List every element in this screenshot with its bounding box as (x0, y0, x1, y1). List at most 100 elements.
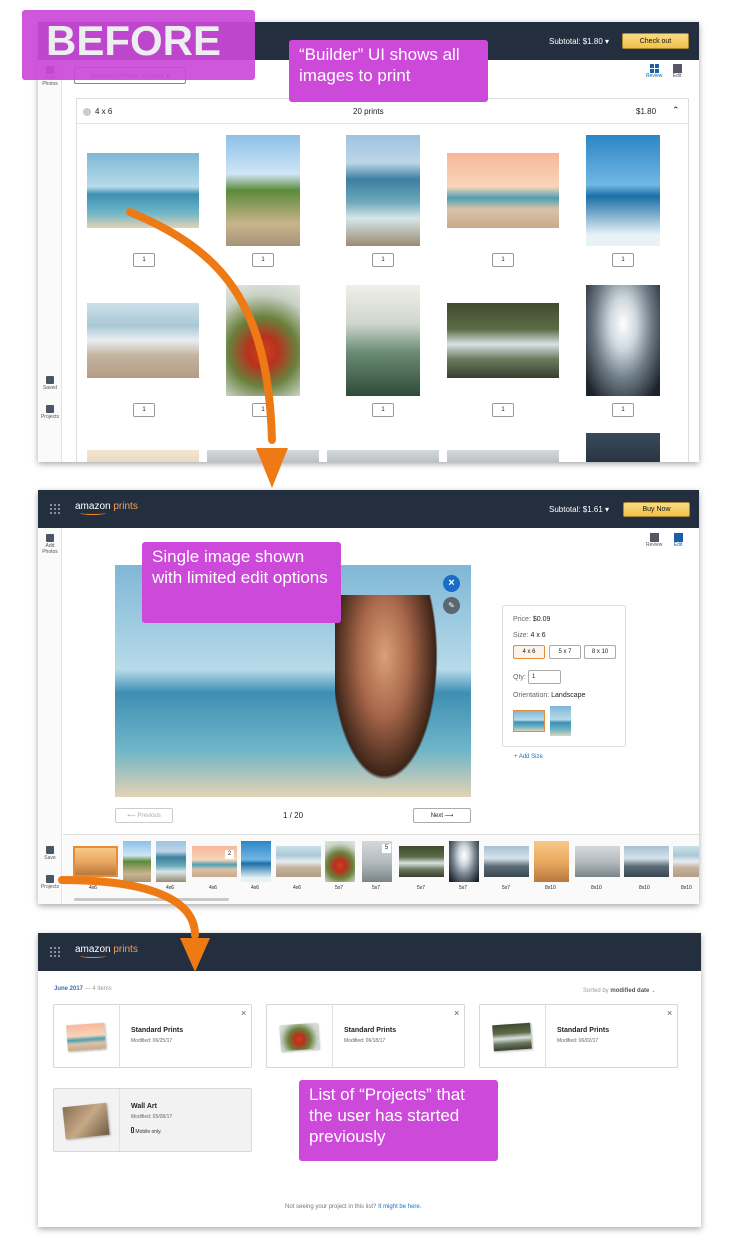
photo-thumb[interactable] (87, 450, 199, 462)
film-label: 8x10 (681, 885, 692, 891)
group-size: 4 x 6 (95, 107, 113, 116)
footer-link[interactable]: It might be here. (378, 1204, 421, 1210)
size-row: Size: 4 x 6 (513, 632, 546, 639)
sort-prefix: Sorted by (583, 988, 609, 994)
projects-item[interactable]: Projects (38, 875, 62, 890)
top-bar: amazon prints Subtotal: $1.61 ▾ Buy Now (38, 490, 699, 528)
single-image-screen: amazon prints Subtotal: $1.61 ▾ Buy Now … (38, 490, 699, 904)
film-label: 4x6 (251, 885, 260, 891)
delete-project-icon[interactable]: × (667, 1008, 672, 1018)
photo-thumb[interactable] (346, 285, 420, 396)
photo-thumb[interactable] (87, 303, 199, 378)
film-thumb[interactable] (673, 846, 699, 877)
photo-thumb[interactable] (226, 135, 300, 246)
price-row: Price: $0.09 (513, 616, 550, 623)
print-group: 4 x 6 20 prints $1.80 ⌃ 1 1 1 1 1 1 1 1 … (76, 98, 689, 462)
size-option-5x7[interactable]: 5 x 7 (549, 645, 581, 659)
apps-grid-icon[interactable] (49, 503, 61, 515)
view-review[interactable]: Review (646, 533, 662, 548)
close-photo-button[interactable]: × (443, 575, 460, 592)
checkout-button[interactable]: Check out (622, 33, 689, 49)
view-edit[interactable]: Edit (669, 64, 685, 79)
photo-thumb[interactable] (346, 135, 420, 246)
film-thumb[interactable] (399, 846, 444, 877)
film-thumb[interactable] (325, 841, 355, 882)
film-thumb[interactable] (276, 846, 321, 877)
edit-view-icon (673, 533, 683, 542)
delete-project-icon[interactable]: × (454, 1008, 459, 1018)
add-photos-label: Add Photos (42, 543, 58, 555)
qty-input[interactable]: 1 (612, 403, 634, 417)
previous-button[interactable]: ⟵ Previous (115, 808, 173, 823)
photo-thumb[interactable] (207, 450, 319, 462)
project-card[interactable]: Standard Prints Modified: 06/25/17 × (53, 1004, 252, 1068)
qty-input[interactable]: 1 (612, 253, 634, 267)
photo-thumb[interactable] (586, 433, 660, 462)
project-card[interactable]: Standard Prints Modified: 06/02/17 × (479, 1004, 678, 1068)
review-label: Review (646, 542, 663, 548)
film-thumb[interactable] (624, 846, 669, 877)
card-divider (332, 1005, 333, 1067)
left-sidebar: Add Photos Saved Projects (38, 60, 62, 462)
collapse-chevron-icon[interactable]: ⌃ (672, 105, 680, 116)
size-label: Size: (513, 632, 529, 639)
projects-item[interactable]: Projects (38, 405, 62, 420)
photo-thumb[interactable] (447, 153, 559, 228)
qty-label: Qty: (513, 674, 526, 681)
delete-project-icon[interactable]: × (241, 1008, 246, 1018)
project-card[interactable]: Wall Art Modified: 05/08/17 Mobile only. (53, 1088, 252, 1152)
qty-input[interactable]: 1 (372, 253, 394, 267)
filmstrip-scrollbar[interactable] (74, 898, 229, 901)
qty-input[interactable]: 1 (528, 670, 561, 684)
buy-now-button[interactable]: Buy Now (623, 502, 690, 517)
add-photos-item[interactable]: Add Photos (38, 534, 62, 555)
saved-item[interactable]: Saved (38, 376, 62, 391)
size-option-8x10[interactable]: 8 x 10 (584, 645, 616, 659)
qty-input[interactable]: 1 (492, 253, 514, 267)
photo-thumb[interactable] (87, 153, 199, 228)
film-thumb[interactable] (73, 846, 118, 877)
before-caption: BEFORE (22, 10, 255, 80)
qty-input[interactable]: 1 (492, 403, 514, 417)
orientation-portrait[interactable] (550, 706, 571, 736)
orientation-landscape[interactable] (513, 710, 545, 732)
price-label: Price: (513, 616, 531, 623)
film-thumb[interactable] (123, 841, 151, 882)
projects-label: Projects (40, 414, 60, 420)
view-edit[interactable]: Edit (670, 533, 686, 548)
size-option-4x6[interactable]: 4 x 6 (513, 645, 545, 659)
film-thumb[interactable] (484, 846, 529, 877)
save-item[interactable]: Save (38, 846, 62, 861)
next-button[interactable]: Next ⟶ (413, 808, 471, 823)
film-thumb[interactable] (156, 841, 186, 882)
project-title: Wall Art (131, 1103, 157, 1110)
project-title: Standard Prints (131, 1027, 184, 1034)
group-count: 20 prints (353, 107, 384, 116)
qty-input[interactable]: 1 (133, 253, 155, 267)
photo-thumb[interactable] (586, 285, 660, 396)
subtotal-dropdown[interactable]: Subtotal: $1.80 ▾ (549, 37, 609, 46)
qty-input[interactable]: 1 (252, 403, 274, 417)
group-radio[interactable] (83, 108, 91, 116)
project-card[interactable]: Standard Prints Modified: 06/18/17 × (266, 1004, 465, 1068)
film-thumb[interactable] (575, 846, 620, 877)
print-group-header[interactable]: 4 x 6 20 prints $1.80 ⌃ (77, 99, 688, 124)
photo-thumb[interactable] (226, 285, 300, 396)
film-thumb[interactable] (534, 841, 569, 882)
apps-grid-icon[interactable] (49, 946, 61, 958)
qty-input[interactable]: 1 (252, 253, 274, 267)
qty-input[interactable]: 1 (133, 403, 155, 417)
view-review[interactable]: Review (646, 64, 662, 79)
photo-thumb[interactable] (447, 303, 559, 378)
add-size-link[interactable]: + Add Size (514, 754, 543, 760)
film-label: 4x6 (166, 885, 175, 891)
photo-thumb[interactable] (586, 135, 660, 246)
edit-photo-button[interactable]: ✎ (443, 597, 460, 614)
subtotal-dropdown[interactable]: Subtotal: $1.61 ▾ (549, 505, 609, 514)
photo-thumb[interactable] (327, 450, 439, 462)
photo-thumb[interactable] (447, 450, 559, 462)
film-thumb[interactable] (449, 841, 479, 882)
sort-dropdown[interactable]: Sorted by modified date ⌄ (583, 987, 656, 994)
qty-input[interactable]: 1 (372, 403, 394, 417)
film-thumb[interactable] (241, 841, 271, 882)
